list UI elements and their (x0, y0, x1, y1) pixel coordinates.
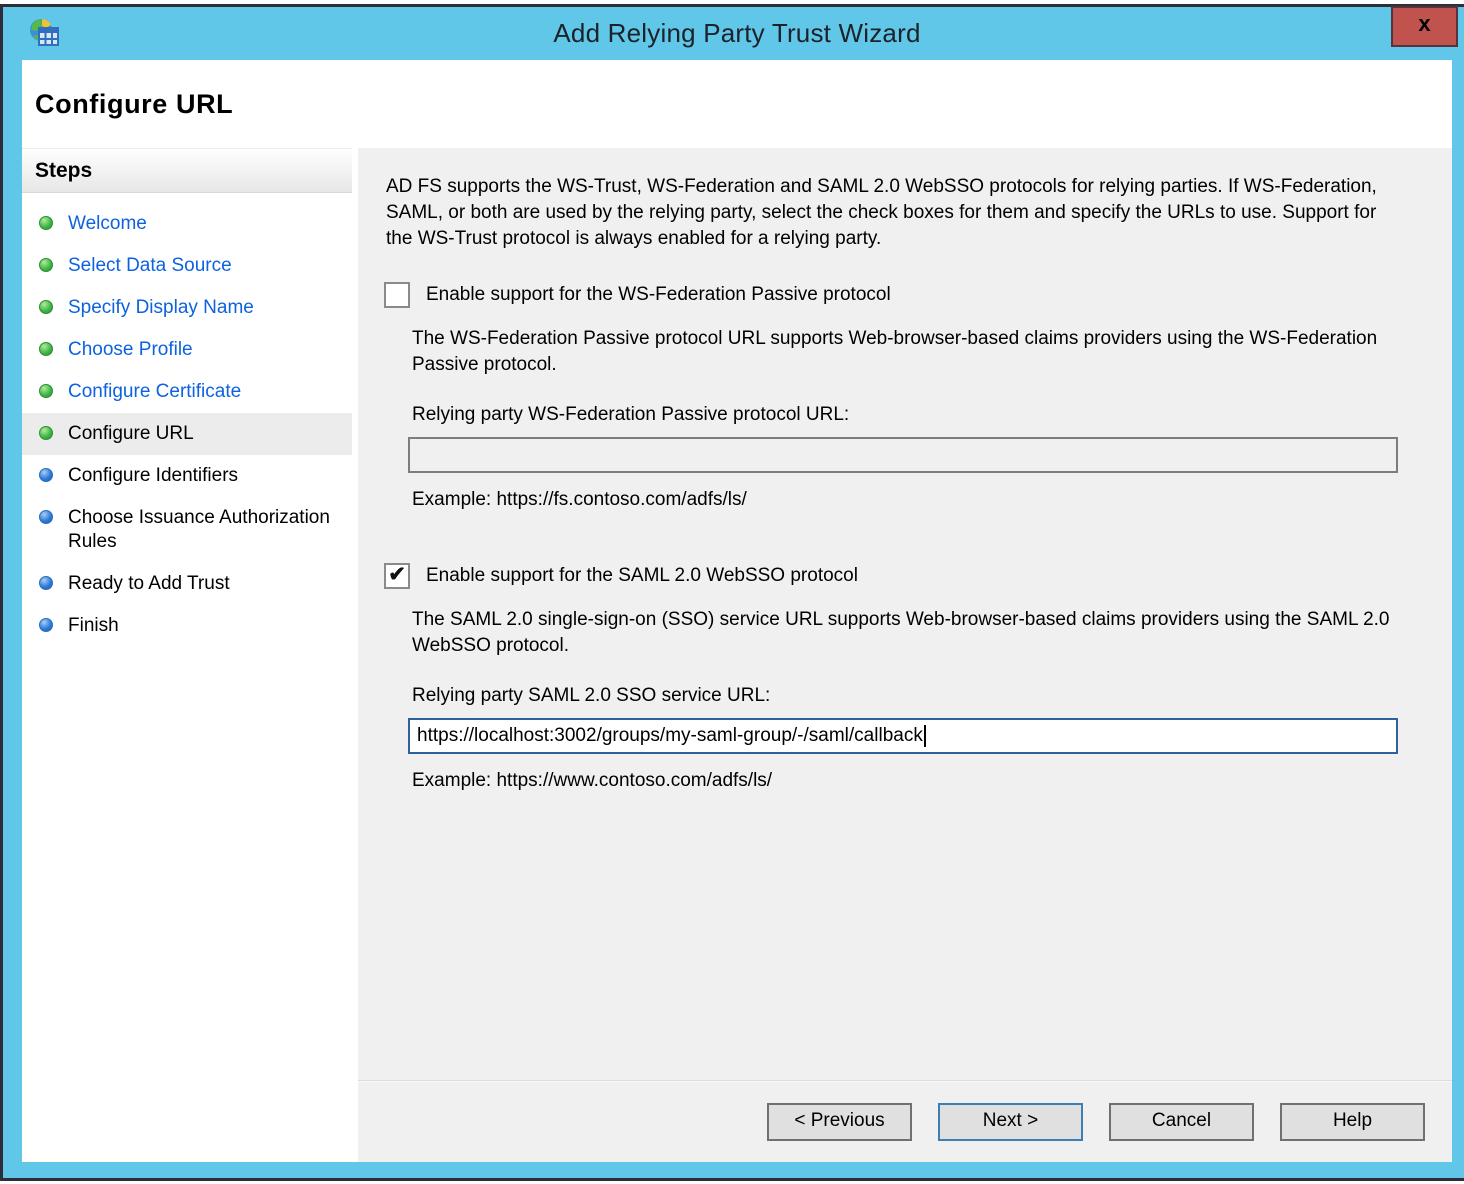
wsfed-example-text: Example: https://fs.contoso.com/adfs/ls/ (412, 489, 1398, 511)
steps-heading: Steps (22, 148, 352, 193)
screen: Add Relying Party Trust Wizard x Configu… (0, 0, 1464, 1184)
page-title: Configure URL (35, 89, 233, 120)
step-configure-url[interactable]: Configure URL (22, 413, 352, 455)
cancel-button[interactable]: Cancel (1109, 1103, 1254, 1141)
wsfed-enable-checkbox-label: Enable support for the WS-Federation Pas… (426, 284, 891, 306)
wizard-buttons: < Previous Next > Cancel Help (767, 1103, 1425, 1141)
step-welcome[interactable]: Welcome (22, 203, 352, 245)
saml-url-value: https://localhost:3002/groups/my-saml-gr… (417, 725, 923, 747)
main-panel: AD FS supports the WS-Trust, WS-Federati… (358, 148, 1452, 1162)
step-upcoming-icon (39, 618, 53, 632)
step-completed-icon (39, 384, 53, 398)
next-button[interactable]: Next > (938, 1103, 1083, 1141)
adfs-app-icon (28, 17, 60, 49)
step-completed-icon (39, 300, 53, 314)
saml-url-input[interactable]: https://localhost:3002/groups/my-saml-gr… (408, 718, 1398, 754)
footer-divider (358, 1080, 1452, 1082)
saml-example-text: Example: https://www.contoso.com/adfs/ls… (412, 770, 1398, 792)
step-upcoming-icon (39, 576, 53, 590)
step-specify-display-name[interactable]: Specify Display Name (22, 287, 352, 329)
help-button[interactable]: Help (1280, 1103, 1425, 1141)
saml-enable-checkbox-label: Enable support for the SAML 2.0 WebSSO p… (426, 565, 858, 587)
step-ready-to-add-trust[interactable]: Ready to Add Trust (22, 563, 352, 605)
step-completed-icon (39, 216, 53, 230)
step-configure-certificate[interactable]: Configure Certificate (22, 371, 352, 413)
saml-url-label: Relying party SAML 2.0 SSO service URL: (412, 685, 1398, 707)
wsfed-url-label: Relying party WS-Federation Passive prot… (412, 404, 1398, 426)
saml-description: The SAML 2.0 single-sign-on (SSO) servic… (412, 607, 1397, 659)
step-completed-icon (39, 342, 53, 356)
step-configure-identifiers[interactable]: Configure Identifiers (22, 455, 352, 497)
check-icon: ✔ (388, 564, 406, 585)
steps-list: Welcome Select Data Source Specify Displ… (22, 203, 352, 647)
window-title: Add Relying Party Trust Wizard (22, 18, 1452, 49)
step-choose-issuance-authorization-rules[interactable]: Choose Issuance Authorization Rules (22, 497, 352, 563)
step-upcoming-icon (39, 510, 53, 524)
step-completed-icon (39, 258, 53, 272)
wsfed-enable-checkbox[interactable] (384, 282, 410, 308)
previous-button[interactable]: < Previous (767, 1103, 912, 1141)
close-button[interactable]: x (1391, 6, 1458, 47)
steps-sidebar: Steps Welcome Select Data Source Spec (22, 148, 352, 1162)
saml-enable-checkbox[interactable]: ✔ (384, 563, 410, 589)
step-choose-profile[interactable]: Choose Profile (22, 329, 352, 371)
step-upcoming-icon (39, 468, 53, 482)
wsfed-description: The WS-Federation Passive protocol URL s… (412, 326, 1397, 378)
page-header: Configure URL (22, 60, 1452, 148)
text-cursor (924, 725, 926, 747)
step-finish[interactable]: Finish (22, 605, 352, 647)
wsfed-url-input[interactable] (408, 437, 1398, 473)
wizard-window: Add Relying Party Trust Wizard x Configu… (0, 4, 1464, 1181)
step-current-icon (39, 426, 53, 440)
titlebar[interactable]: Add Relying Party Trust Wizard x (22, 7, 1452, 60)
step-select-data-source[interactable]: Select Data Source (22, 245, 352, 287)
intro-text: AD FS supports the WS-Trust, WS-Federati… (386, 174, 1398, 252)
